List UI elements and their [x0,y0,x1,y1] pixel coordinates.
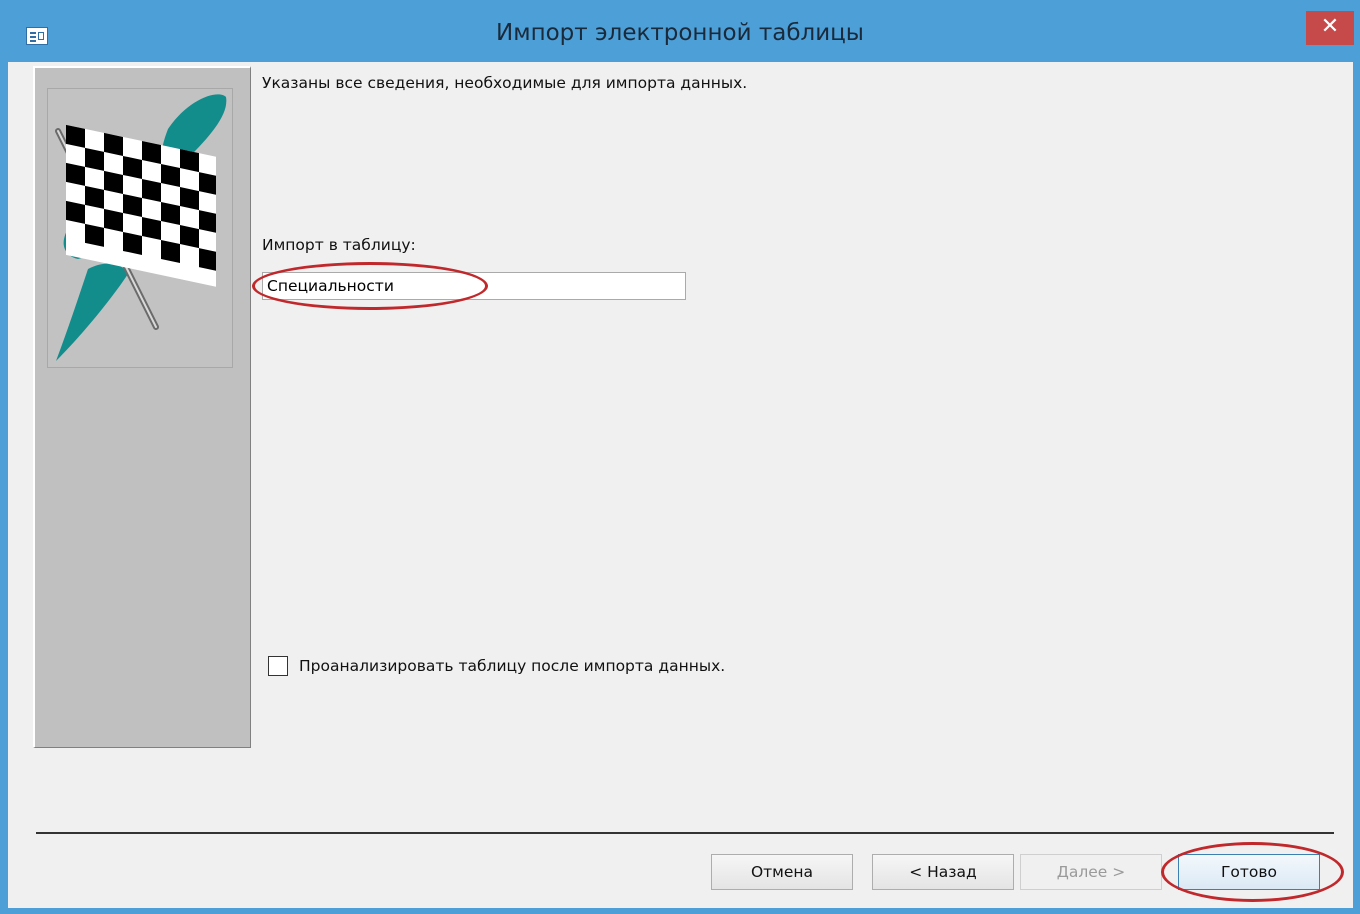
finish-button[interactable]: Готово [1178,854,1320,890]
import-to-label: Импорт в таблицу: [262,236,416,254]
import-to-table-input[interactable] [262,272,686,300]
wizard-side-panel [33,66,251,748]
window-title: Импорт электронной таблицы [496,20,864,46]
title-bar[interactable]: Импорт электронной таблицы ✕ [0,0,1360,62]
checkered-flag-icon [47,88,233,368]
import-spreadsheet-dialog: Импорт электронной таблицы ✕ Указаны все… [0,0,1360,914]
cancel-button[interactable]: Отмена [711,854,853,890]
button-divider [36,832,1334,834]
close-button[interactable]: ✕ [1306,11,1354,45]
analyze-table-label[interactable]: Проанализировать таблицу после импорта д… [299,657,725,675]
next-button: Далее > [1020,854,1162,890]
dialog-client-area: Указаны все сведения, необходимые для им… [8,62,1353,908]
back-button[interactable]: < Назад [872,854,1014,890]
analyze-table-checkbox[interactable] [268,656,288,676]
info-text: Указаны все сведения, необходимые для им… [262,74,748,92]
